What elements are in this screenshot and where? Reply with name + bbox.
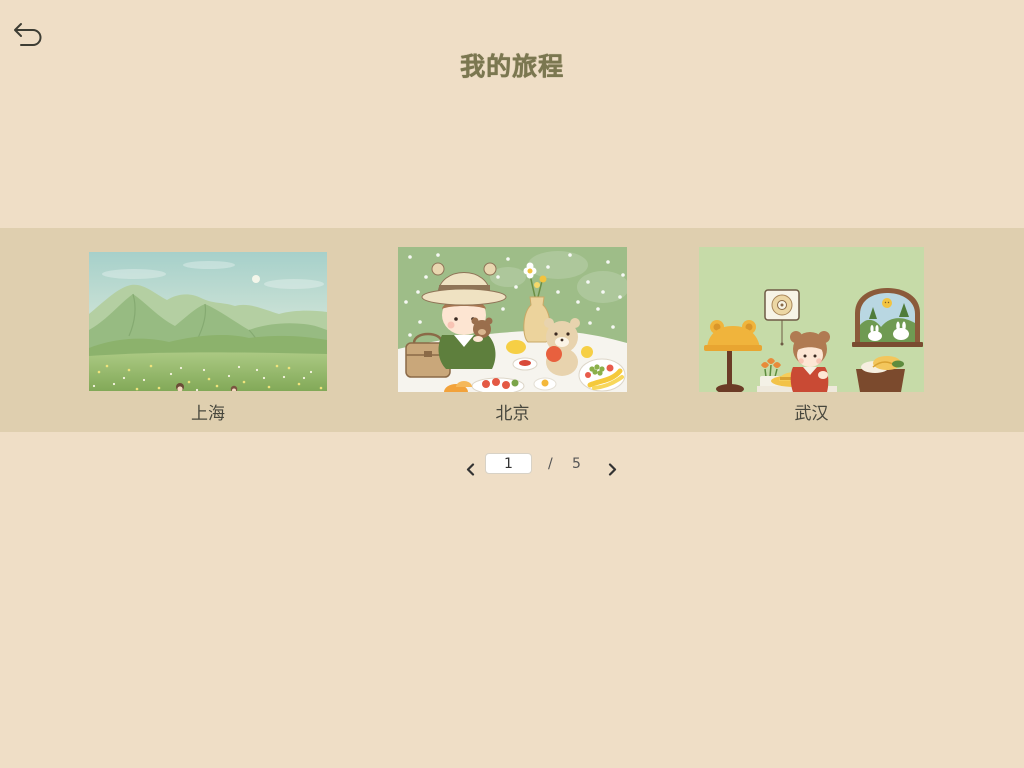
chevron-right-icon <box>608 463 617 476</box>
moon <box>252 275 260 283</box>
trip-card-shanghai[interactable]: 上海 <box>89 252 327 424</box>
tomato-plate <box>471 377 525 392</box>
trip-image-shanghai <box>89 252 327 391</box>
prev-page-button[interactable] <box>465 462 477 476</box>
trip-card-wuhan[interactable]: 武汉 <box>699 247 924 424</box>
trip-label: 上海 <box>191 404 225 424</box>
back-icon <box>14 23 42 46</box>
trip-card-beijing[interactable]: 北京 <box>398 247 627 424</box>
page-number-input[interactable] <box>485 453 532 474</box>
trip-label: 武汉 <box>794 404 829 424</box>
apple <box>546 346 562 362</box>
trip-label: 北京 <box>495 404 530 424</box>
fruit-plate <box>578 358 626 392</box>
trip-image-beijing <box>398 247 627 392</box>
page-separator: / <box>548 456 553 472</box>
chevron-left-icon <box>466 463 475 476</box>
page-title: 我的旅程 <box>459 52 564 81</box>
sauce-plate <box>512 357 538 371</box>
trip-image-wuhan <box>699 247 924 392</box>
back-button[interactable] <box>12 20 46 48</box>
arched-window <box>852 288 923 347</box>
meadow <box>89 352 327 391</box>
next-page-button[interactable] <box>606 462 618 476</box>
egg <box>533 377 557 391</box>
total-pages: 5 <box>572 456 581 472</box>
